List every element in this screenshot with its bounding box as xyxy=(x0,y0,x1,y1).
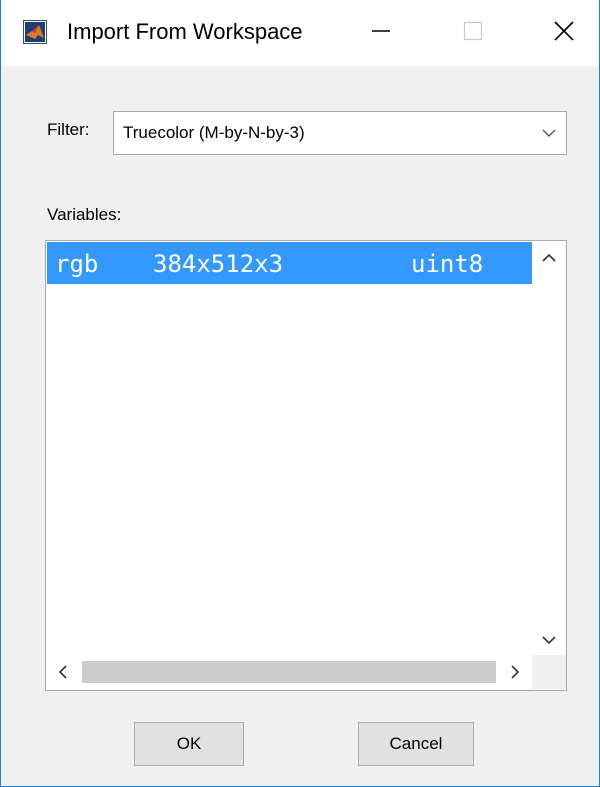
variable-size: 384x512x3 xyxy=(153,250,284,278)
window-title: Import From Workspace xyxy=(67,19,303,44)
minimize-button[interactable] xyxy=(346,0,416,66)
filter-dropdown[interactable]: Truecolor (M-by-N-by-3) xyxy=(113,111,567,155)
title-bar[interactable]: Import From Workspace xyxy=(1,0,599,66)
list-item[interactable]: rgb 384x512x3 uint8 xyxy=(47,242,532,284)
horizontal-scroll-thumb[interactable] xyxy=(82,661,496,683)
variable-name: rgb xyxy=(55,250,99,278)
horizontal-scrollbar[interactable] xyxy=(46,655,532,689)
vertical-scrollbar[interactable] xyxy=(532,241,566,655)
maximize-icon xyxy=(463,21,483,46)
filter-selected-value: Truecolor (M-by-N-by-3) xyxy=(123,123,305,142)
filter-label: Filter: xyxy=(47,120,90,139)
scroll-down-icon[interactable] xyxy=(532,623,566,657)
scroll-up-icon[interactable] xyxy=(532,241,566,275)
minimize-icon xyxy=(371,21,391,46)
close-icon xyxy=(553,20,575,47)
scroll-left-icon[interactable] xyxy=(46,655,80,689)
maximize-button[interactable] xyxy=(438,0,508,66)
close-button[interactable] xyxy=(529,0,599,66)
ok-button[interactable]: OK xyxy=(134,722,244,766)
variables-listbox[interactable]: rgb 384x512x3 uint8 xyxy=(45,240,567,691)
import-dialog: Import From Workspace Filter: Truecolor … xyxy=(0,0,600,787)
cancel-button[interactable]: Cancel xyxy=(358,722,474,766)
chevron-down-icon[interactable] xyxy=(532,112,566,154)
matlab-logo-icon xyxy=(23,20,47,44)
scroll-right-icon[interactable] xyxy=(498,655,532,689)
variable-class: uint8 xyxy=(411,250,484,278)
scrollbar-corner xyxy=(532,655,566,689)
variables-label: Variables: xyxy=(47,205,122,224)
